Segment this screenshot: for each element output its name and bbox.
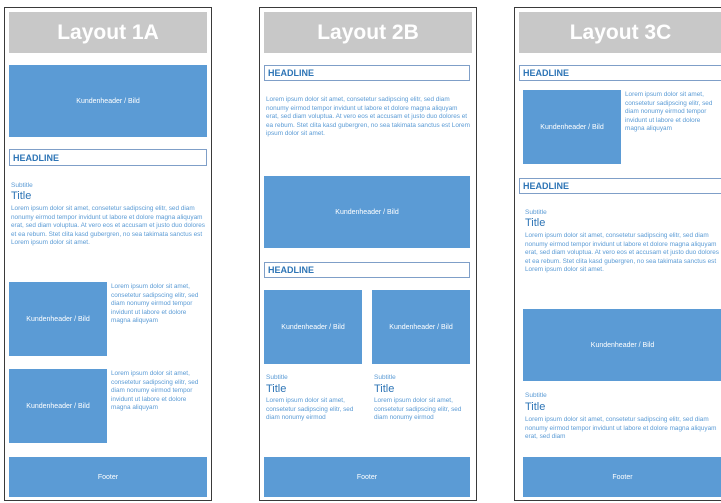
- kundenheader-image: Kundenheader / Bild: [9, 369, 107, 443]
- headline-box: HEADLINE: [9, 149, 207, 166]
- col-text: Lorem ipsum dolor sit amet, consetetur s…: [266, 397, 354, 422]
- kundenheader-image: Kundenheader / Bild: [264, 290, 362, 364]
- title: Title: [525, 217, 546, 229]
- subtitle: Subtitle: [374, 374, 396, 381]
- layout-title: Layout 3C: [519, 12, 721, 53]
- body-text: Lorem ipsum dolor sit amet, consetetur s…: [525, 232, 719, 274]
- kundenheader-image: Kundenheader / Bild: [9, 65, 207, 137]
- subtitle: Subtitle: [266, 374, 288, 381]
- layout-title: Layout 1A: [9, 12, 207, 53]
- side-text: Lorem ipsum dolor sit amet, consetetur s…: [111, 283, 199, 325]
- side-text: Lorem ipsum dolor sit amet, consetetur s…: [111, 370, 199, 412]
- body-text: Lorem ipsum dolor sit amet, consetetur s…: [266, 96, 470, 138]
- body-text: Lorem ipsum dolor sit amet, consetetur s…: [11, 205, 205, 247]
- footer: Footer: [523, 457, 721, 497]
- title: Title: [11, 190, 32, 202]
- headline-box: HEADLINE: [519, 178, 721, 194]
- headline-box: HEADLINE: [519, 65, 721, 81]
- subtitle: Subtitle: [11, 182, 33, 189]
- title: Title: [266, 383, 287, 395]
- footer: Footer: [9, 457, 207, 497]
- col-text: Lorem ipsum dolor sit amet, consetetur s…: [374, 397, 462, 422]
- kundenheader-image: Kundenheader / Bild: [372, 290, 470, 364]
- layout-3c-panel: Layout 3C HEADLINE Kundenheader / Bild L…: [514, 7, 721, 501]
- kundenheader-image: Kundenheader / Bild: [264, 176, 470, 248]
- subtitle: Subtitle: [525, 209, 547, 216]
- footer: Footer: [264, 457, 470, 497]
- title: Title: [525, 401, 546, 413]
- layout-title: Layout 2B: [264, 12, 472, 53]
- headline-box: HEADLINE: [264, 262, 470, 278]
- headline-box: HEADLINE: [264, 65, 470, 81]
- subtitle: Subtitle: [525, 392, 547, 399]
- kundenheader-image: Kundenheader / Bild: [9, 282, 107, 356]
- kundenheader-image: Kundenheader / Bild: [523, 309, 721, 381]
- title: Title: [374, 383, 395, 395]
- kundenheader-image: Kundenheader / Bild: [523, 90, 621, 164]
- body-text: Lorem ipsum dolor sit amet, consetetur s…: [525, 416, 717, 441]
- layout-2b-panel: Layout 2B HEADLINE Lorem ipsum dolor sit…: [259, 7, 477, 501]
- layout-1a-panel: Layout 1A Kundenheader / Bild HEADLINE S…: [4, 7, 212, 501]
- side-text: Lorem ipsum dolor sit amet, consetetur s…: [625, 91, 713, 133]
